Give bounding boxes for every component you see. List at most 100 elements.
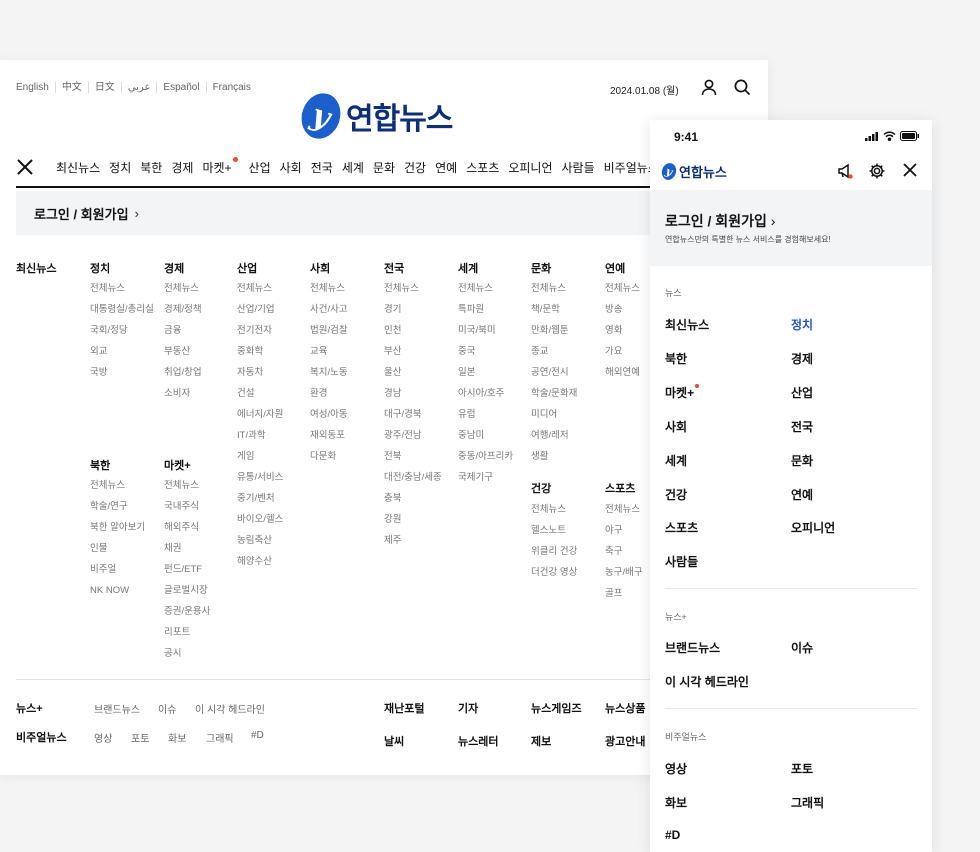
list-item[interactable]: 전체뉴스 [164,278,202,299]
m-d[interactable]: #D [665,828,680,842]
list-item[interactable]: 금융 [164,320,202,341]
m-brandnews[interactable]: 브랜드뉴스 [665,639,720,656]
list-item[interactable]: 제주 [384,530,442,551]
m-world[interactable]: 세계 [665,452,687,469]
m-society[interactable]: 사회 [665,418,687,435]
list-item[interactable]: 자동차 [237,362,283,383]
list-item[interactable]: 에너지/자원 [237,404,283,425]
list-item[interactable]: 교육 [310,341,348,362]
col-entertainment-title[interactable]: 연예 [605,260,625,276]
list-item[interactable]: 방송 [605,299,640,320]
list-item[interactable]: 대전/충남/세종 [384,467,442,488]
nav-health[interactable]: 건강 [404,159,426,176]
m-video[interactable]: 영상 [665,760,687,777]
col-industry-title[interactable]: 산업 [237,260,257,276]
list-item[interactable]: 공연/전시 [531,362,577,383]
list-item[interactable]: 광주/전남 [384,425,442,446]
list-item[interactable]: 중국 [458,341,513,362]
list-item[interactable]: 해외주식 [164,517,210,538]
m-economy[interactable]: 경제 [791,350,813,367]
footer-disaster[interactable]: 재난포털 [384,700,424,716]
col-politics-title[interactable]: 정치 [90,260,110,276]
list-item[interactable]: 해양수산 [237,551,283,572]
list-item[interactable]: 유통/서비스 [237,467,283,488]
m-entertainment[interactable]: 연예 [791,486,813,503]
footer-d[interactable]: #D [251,730,264,741]
nav-market[interactable]: 마켓+ [202,156,238,176]
m-graphic[interactable]: 그래픽 [791,794,824,811]
list-item[interactable]: 글로벌시장 [164,580,210,601]
nav-industry[interactable]: 산업 [249,159,271,176]
list-item[interactable]: 중화학 [237,341,283,362]
list-item[interactable]: 다문화 [310,446,348,467]
m-health[interactable]: 건강 [665,486,687,503]
m-issue[interactable]: 이슈 [791,639,813,656]
list-item[interactable]: 전체뉴스 [605,499,643,520]
m-sports[interactable]: 스포츠 [665,519,698,536]
m-politics[interactable]: 정치 [791,316,813,333]
footer-pictorial[interactable]: 화보 [168,730,186,745]
lang-spanish[interactable]: Español [156,82,205,93]
list-item[interactable]: 법원/검찰 [310,320,348,341]
list-item[interactable]: 미국/북미 [458,320,513,341]
lang-french[interactable]: Français [205,82,257,93]
list-item[interactable]: 증권/운용사 [164,601,210,622]
nav-people[interactable]: 사람들 [562,159,595,176]
footer-graphic[interactable]: 그래픽 [206,730,234,745]
list-item[interactable]: NK NOW [90,580,145,601]
footer-brandnews[interactable]: 브랜드뉴스 [94,701,140,716]
footer-photo[interactable]: 포토 [131,730,149,745]
list-item[interactable]: 전체뉴스 [384,278,442,299]
list-item[interactable]: 소비자 [164,383,202,404]
list-item[interactable]: 공시 [164,643,210,664]
list-item[interactable]: 대구/경북 [384,404,442,425]
list-item[interactable]: 바이오/헬스 [237,509,283,530]
nav-society[interactable]: 사회 [280,159,302,176]
list-item[interactable]: 국내주식 [164,496,210,517]
list-item[interactable]: 경제/정책 [164,299,202,320]
list-item[interactable]: 외교 [90,341,154,362]
list-item[interactable]: 야구 [605,520,643,541]
list-item[interactable]: 가요 [605,341,640,362]
m-people[interactable]: 사람들 [665,553,698,570]
list-item[interactable]: 여성/아동 [310,404,348,425]
list-item[interactable]: 경기 [384,299,442,320]
list-item[interactable]: 사건/사고 [310,299,348,320]
lang-arabic[interactable]: عربي [120,82,157,93]
col-world-title[interactable]: 세계 [458,260,478,276]
footer-issue[interactable]: 이슈 [158,701,176,716]
list-item[interactable]: 유럽 [458,404,513,425]
col-northkorea-title[interactable]: 북한 [90,457,110,473]
close-icon[interactable] [902,162,918,178]
footer-newsletter[interactable]: 뉴스레터 [458,733,498,749]
list-item[interactable]: 전북 [384,446,442,467]
list-item[interactable]: 인천 [384,320,442,341]
nav-economy[interactable]: 경제 [171,159,193,176]
list-item[interactable]: 비주얼 [90,559,145,580]
lang-english[interactable]: English [16,82,55,93]
list-item[interactable]: 펀드/ETF [164,559,210,580]
list-item[interactable]: 울산 [384,362,442,383]
list-item[interactable]: 전체뉴스 [458,278,513,299]
list-item[interactable]: 중남미 [458,425,513,446]
search-icon[interactable] [733,78,751,96]
m-culture[interactable]: 문화 [791,452,813,469]
list-item[interactable]: 전체뉴스 [237,278,283,299]
mobile-login-box[interactable]: 로그인 / 회원가입 › 연합뉴스만의 특별한 뉴스 서비스를 경험해보세요! [650,190,932,266]
list-item[interactable]: 충북 [384,488,442,509]
list-item[interactable]: 영화 [605,320,640,341]
list-item[interactable]: 재외동포 [310,425,348,446]
list-item[interactable]: 특파원 [458,299,513,320]
list-item[interactable]: 부동산 [164,341,202,362]
col-national-title[interactable]: 전국 [384,260,404,276]
list-item[interactable]: 일본 [458,362,513,383]
list-item[interactable]: 리포트 [164,622,210,643]
col-health-title[interactable]: 건강 [531,480,551,496]
footer-newsgames[interactable]: 뉴스게임즈 [531,700,582,716]
list-item[interactable]: 생활 [531,446,577,467]
col-latest-title[interactable]: 최신뉴스 [16,260,56,276]
footer-video[interactable]: 영상 [94,730,112,745]
col-market-title[interactable]: 마켓+ [164,457,191,473]
list-item[interactable]: 해외연예 [605,362,640,383]
nav-world[interactable]: 세계 [342,159,364,176]
